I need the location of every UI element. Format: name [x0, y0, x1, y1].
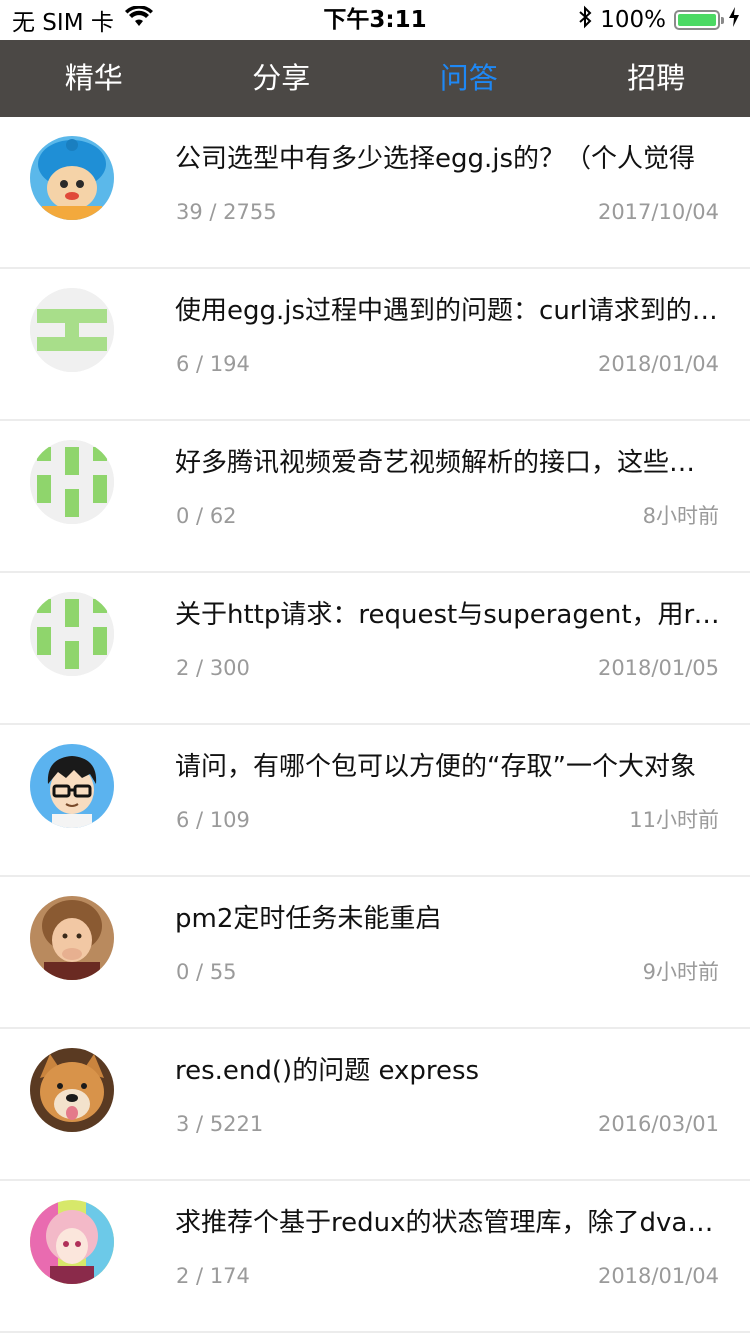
- list-item[interactable]: 好多腾讯视频爱奇艺视频解析的接口，这些接口 0 / 62 8小时前: [0, 421, 750, 573]
- post-time: 2018/01/05: [597, 656, 719, 680]
- post-time: 2018/01/04: [597, 1264, 719, 1288]
- post-time: 2016/03/01: [597, 1112, 719, 1136]
- topic-title: 使用egg.js过程中遇到的问题：curl请求到的数据: [175, 296, 720, 326]
- avatar: [30, 1048, 114, 1132]
- reply-view-count: 6 / 194: [176, 352, 250, 376]
- avatar: [30, 136, 114, 220]
- tab-essence[interactable]: 精华: [0, 40, 188, 117]
- battery-percent: 100%: [600, 7, 666, 33]
- post-time: 8小时前: [642, 504, 719, 528]
- battery-level: [678, 14, 716, 26]
- avatar: [30, 896, 114, 980]
- post-time: 2017/10/04: [597, 200, 719, 224]
- list-item[interactable]: pm2定时任务未能重启 0 / 55 9小时前: [0, 877, 750, 1029]
- identicon-icon: [30, 592, 114, 676]
- post-time: 2018/01/04: [597, 352, 719, 376]
- list-item[interactable]: 请问，有哪个包可以方便的“存取”一个大对象 6 / 109 11小时前: [0, 725, 750, 877]
- reply-view-count: 2 / 174: [176, 1264, 250, 1288]
- child-photo-avatar-icon: [30, 896, 114, 980]
- reply-view-count: 2 / 300: [176, 656, 250, 680]
- topic-title: res.end()的问题 express: [175, 1056, 480, 1086]
- identicon-icon: [30, 288, 114, 372]
- reply-view-count: 3 / 5221: [176, 1112, 264, 1136]
- avatar: [30, 288, 114, 372]
- reply-view-count: 0 / 62: [176, 504, 237, 528]
- cartoon-avatar-icon: [30, 136, 114, 220]
- topic-title: pm2定时任务未能重启: [175, 904, 442, 934]
- avatar: [30, 744, 114, 828]
- charging-icon: [728, 6, 740, 34]
- avatar: [30, 592, 114, 676]
- post-time: 9小时前: [642, 960, 719, 984]
- list-item[interactable]: res.end()的问题 express 3 / 5221 2016/03/01: [0, 1029, 750, 1181]
- post-time: 11小时前: [629, 808, 719, 832]
- bluetooth-icon: [578, 5, 592, 35]
- status-right: 100%: [578, 0, 740, 40]
- topic-title: 求推荐个基于redux的状态管理库，除了dva之外: [175, 1208, 720, 1238]
- list-item[interactable]: 公司选型中有多少选择egg.js的？（个人觉得 39 / 2755 2017/1…: [0, 117, 750, 269]
- reply-view-count: 0 / 55: [176, 960, 237, 984]
- avatar: [30, 440, 114, 524]
- anime-girl-avatar-icon: [30, 1200, 114, 1284]
- topic-title: 好多腾讯视频爱奇艺视频解析的接口，这些接口: [175, 448, 720, 478]
- topic-title: 公司选型中有多少选择egg.js的？（个人觉得: [175, 144, 696, 174]
- list-item[interactable]: 关于http请求：request与superagent，用request 2 /…: [0, 573, 750, 725]
- list-item[interactable]: 求推荐个基于redux的状态管理库，除了dva之外 2 / 174 2018/0…: [0, 1181, 750, 1333]
- tab-jobs[interactable]: 招聘: [563, 40, 750, 117]
- tab-ask[interactable]: 问答: [375, 40, 563, 117]
- reply-view-count: 39 / 2755: [176, 200, 277, 224]
- cartoon-glasses-avatar-icon: [30, 744, 114, 828]
- identicon-icon: [30, 440, 114, 524]
- list-item[interactable]: 使用egg.js过程中遇到的问题：curl请求到的数据 6 / 194 2018…: [0, 269, 750, 421]
- topic-list: 公司选型中有多少选择egg.js的？（个人觉得 39 / 2755 2017/1…: [0, 117, 750, 1333]
- topic-title: 关于http请求：request与superagent，用request: [175, 600, 720, 630]
- tab-share[interactable]: 分享: [188, 40, 376, 117]
- category-tab-bar: 精华 分享 问答 招聘: [0, 40, 750, 117]
- status-bar: 无 SIM 卡 下午3:11 100%: [0, 0, 750, 40]
- battery-icon: [674, 10, 724, 30]
- topic-title: 请问，有哪个包可以方便的“存取”一个大对象: [175, 752, 696, 782]
- avatar: [30, 1200, 114, 1284]
- dog-photo-avatar-icon: [30, 1048, 114, 1132]
- reply-view-count: 6 / 109: [176, 808, 250, 832]
